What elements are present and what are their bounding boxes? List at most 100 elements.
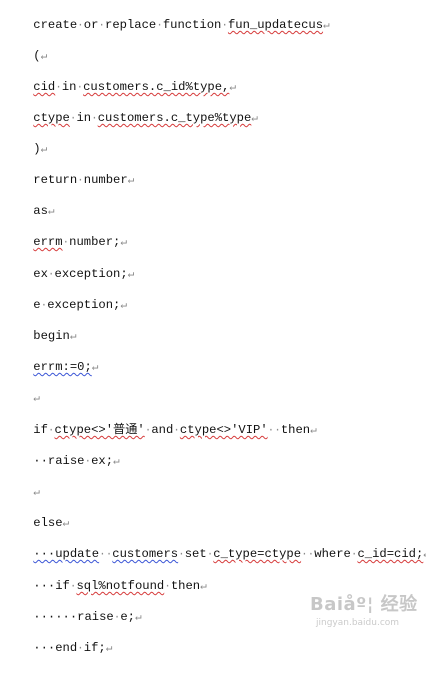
paragraph-mark: ↵	[47, 206, 55, 218]
return-type: number	[83, 173, 128, 187]
space-mark: ·	[173, 425, 180, 437]
code-line-15: ··raise·ex;↵	[4, 437, 119, 468]
space-mark: ·	[164, 581, 171, 593]
code-line-19: ···if·sql%notfound·then↵	[4, 562, 206, 593]
code-line-2: (↵	[4, 32, 47, 63]
space-mark: ·	[178, 549, 185, 561]
paragraph-mark: ↵	[33, 393, 40, 405]
code-line-5: )↵	[4, 125, 47, 156]
param-ctype: ctype	[33, 111, 70, 125]
code-line-3: cid·in·customers.c_id%type,↵	[4, 63, 236, 94]
keyword-return: return	[33, 173, 78, 187]
paragraph-mark: ↵	[229, 82, 236, 94]
open-paren: (	[33, 49, 41, 63]
set-clause: c_type=ctype	[213, 547, 302, 561]
keyword-replace: replace	[105, 18, 157, 32]
keyword-or: or	[83, 18, 99, 32]
condition-2: ctype<>'VIP'	[179, 423, 268, 437]
paragraph-mark: ↵	[62, 518, 70, 530]
space-mark: ··	[99, 549, 113, 561]
keyword-set: set	[184, 547, 207, 561]
keyword-and: and	[151, 423, 174, 437]
variable-type: exception;	[47, 298, 121, 312]
keyword-raise: ··raise	[33, 454, 85, 468]
keyword-in: in	[61, 80, 77, 94]
variable-ex: ex	[33, 267, 48, 281]
keyword-end: ···end	[33, 641, 78, 655]
space-mark: ·	[77, 20, 84, 32]
code-line-7: as↵	[4, 187, 54, 218]
space-mark: ·	[77, 175, 84, 187]
keyword-raise: ······raise	[33, 610, 114, 624]
paragraph-mark: ↵	[40, 51, 48, 63]
keyword-function: function	[162, 18, 222, 32]
paragraph-mark: ↵	[91, 362, 99, 374]
code-line-21: ···end·if;↵	[4, 624, 112, 655]
code-line-17: else↵	[4, 499, 69, 530]
keyword-begin: begin	[33, 329, 70, 343]
where-clause: c_id=cid;	[357, 547, 424, 561]
param-type: customers.c_type%type	[97, 111, 252, 125]
code-line-9: ex·exception;↵	[4, 250, 134, 281]
code-line-11: begin↵	[4, 312, 76, 343]
baidu-jingyan-watermark: Baiåº¦ 经验 jingyan.baidu.com	[310, 590, 418, 634]
keyword-if: if	[33, 423, 48, 437]
code-line-12: errm:=0;↵	[4, 343, 98, 374]
space-mark: ·	[47, 269, 55, 281]
paragraph-mark: ↵	[310, 425, 317, 437]
space-mark: ·	[77, 643, 84, 655]
space-mark: ·	[55, 82, 62, 94]
code-document: create·or·replace·function·fun_updatecus…	[0, 0, 426, 655]
assignment-statement: errm:=0;	[33, 360, 92, 374]
variable-errm: errm	[33, 235, 63, 249]
keyword-create: create	[33, 18, 78, 32]
close-paren: )	[33, 142, 41, 156]
code-line-1: create·or·replace·function·fun_updatecus…	[4, 1, 329, 32]
exception-name: e;	[120, 610, 135, 624]
param-cid: cid	[33, 80, 56, 94]
keyword-in: in	[76, 111, 92, 125]
keyword-where: where	[314, 547, 351, 561]
watermark-domain: jingyan.baidu.com	[316, 618, 400, 628]
keyword-else: else	[33, 516, 63, 530]
paragraph-mark: ↵	[134, 612, 142, 624]
code-line-6: return·number↵	[4, 156, 134, 187]
keyword-update: ···update	[33, 547, 100, 561]
function-name: fun_updatecus	[227, 18, 324, 32]
keyword-then: then	[170, 579, 201, 593]
variable-type: exception;	[54, 267, 128, 281]
code-line-18: ···update··customers·set·c_type=ctype··w…	[4, 530, 426, 561]
space-mark: ··	[267, 425, 281, 437]
paragraph-mark: ↵	[127, 175, 135, 187]
code-line-4: ctype·in·customers.c_type%type↵	[4, 94, 258, 125]
table-name: customers	[112, 547, 179, 561]
space-mark: ··	[301, 549, 315, 561]
space-mark: ·	[156, 20, 163, 32]
space-mark: ·	[221, 20, 228, 32]
code-line-16: ↵	[4, 468, 40, 499]
keyword-as: as	[33, 204, 48, 218]
exception-name: ex;	[91, 454, 114, 468]
paragraph-mark: ↵	[40, 144, 48, 156]
keyword-then: then	[280, 423, 311, 437]
keyword-if: ···if	[33, 579, 70, 593]
paragraph-mark: ↵	[251, 113, 258, 125]
variable-e: e	[33, 298, 41, 312]
variable-type: number;	[69, 235, 121, 249]
code-line-8: errm·number;↵	[4, 218, 127, 249]
paragraph-mark: ↵	[127, 269, 135, 281]
paragraph-mark: ↵	[113, 456, 120, 468]
param-type: customers.c_id%type,	[83, 80, 230, 94]
paragraph-mark: ↵	[120, 300, 127, 312]
paragraph-mark: ↵	[69, 331, 77, 343]
code-line-13: ↵	[4, 374, 40, 405]
watermark-logo: Baiåº¦ 经验	[310, 594, 418, 615]
keyword-if-end: if;	[83, 641, 106, 655]
space-mark: ·	[91, 113, 98, 125]
paragraph-mark: ↵	[105, 643, 113, 655]
code-line-20: ······raise·e;↵	[4, 593, 141, 624]
condition-1: ctype<>'普通'	[54, 423, 145, 437]
sql-notfound: sql%notfound	[76, 579, 165, 593]
paragraph-mark: ↵	[200, 581, 207, 593]
space-mark: ·	[47, 425, 55, 437]
